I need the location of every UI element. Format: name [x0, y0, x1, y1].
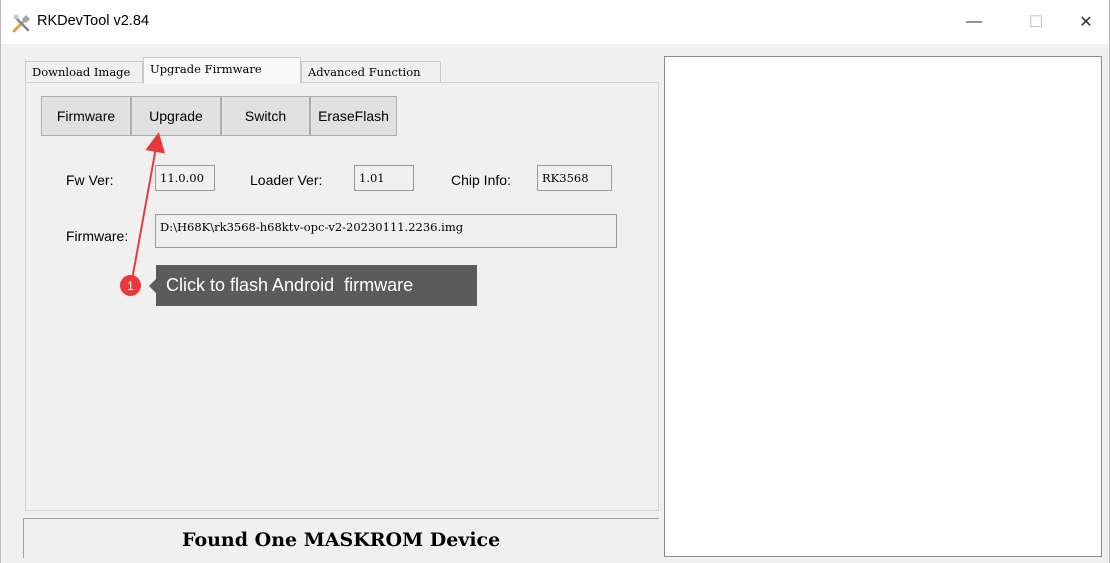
title-bar: RKDevTool v2.84 — ☐ ✕: [1, 0, 1109, 44]
fw-ver-label: Fw Ver:: [66, 172, 114, 188]
close-button[interactable]: ✕: [1063, 0, 1109, 44]
maximize-button[interactable]: ☐: [1013, 0, 1059, 44]
firmware-path-label: Firmware:: [66, 228, 129, 244]
loader-ver-label: Loader Ver:: [250, 172, 323, 188]
firmware-path-field: D:\H68K\rk3568-h68ktv-opc-v2-20230111.22…: [155, 214, 617, 248]
window-title: RKDevTool v2.84: [37, 13, 150, 29]
chip-info-field: RK3568: [537, 165, 612, 191]
status-message: Found One MASKROM Device: [182, 529, 501, 551]
instruction-tooltip: Click to flash Android firmware: [156, 265, 477, 306]
switch-button[interactable]: Switch: [221, 96, 310, 136]
tab-upgrade-firmware[interactable]: Upgrade Firmware: [143, 57, 301, 84]
tab-advanced-function[interactable]: Advanced Function: [301, 61, 441, 83]
app-window: RKDevTool v2.84 — ☐ ✕ Download Image Upg…: [0, 0, 1110, 563]
tab-download-image[interactable]: Download Image: [25, 61, 143, 83]
loader-ver-field: 1.01: [354, 165, 414, 191]
firmware-button[interactable]: Firmware: [41, 96, 131, 136]
chip-info-label: Chip Info:: [451, 172, 511, 188]
eraseflash-button[interactable]: EraseFlash: [310, 96, 397, 136]
tooltip-pointer: [149, 279, 156, 293]
rkdevtool-app-icon: [12, 14, 30, 33]
step-number-badge: 1: [120, 275, 141, 296]
upgrade-button[interactable]: Upgrade: [131, 96, 221, 136]
fw-ver-field: 11.0.00: [155, 165, 215, 191]
log-output-panel[interactable]: [664, 56, 1102, 557]
minimize-button[interactable]: —: [951, 0, 997, 44]
status-bar: Found One MASKROM Device: [23, 518, 659, 558]
